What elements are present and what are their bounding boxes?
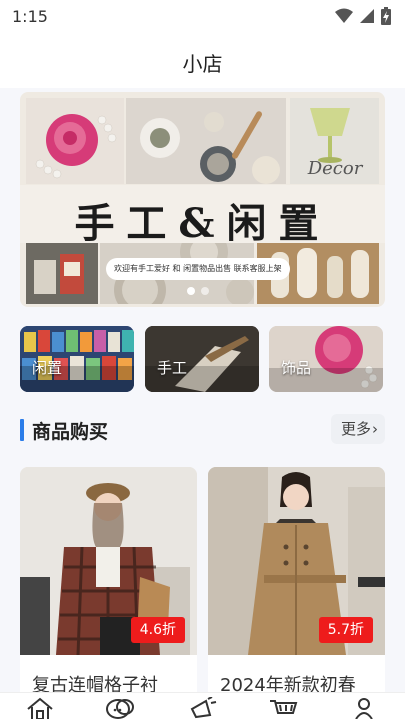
banner-headline-area: 手工&闲置 [20, 185, 385, 247]
banner-photo-rose [26, 98, 124, 184]
banner-photo-glass: Decor [290, 98, 379, 184]
status-bar: 1:15 [0, 0, 405, 34]
banner-subtitle: 欢迎有手工爱好 和 闲置物品出售 联系客服上架 [106, 258, 290, 280]
carousel-indicator [187, 287, 209, 295]
category-label: 饰品 [281, 359, 312, 377]
more-button[interactable]: 更多 › [331, 414, 385, 444]
app-bar: 小店 [0, 34, 405, 88]
product-card[interactable]: 5.7折 2024年新款初春 [208, 467, 385, 707]
wifi-icon [335, 8, 353, 24]
product-image: 5.7折 [208, 467, 385, 655]
category-idle-items[interactable]: 闲置 [20, 326, 134, 392]
discount-badge: 5.7折 [318, 617, 373, 643]
category-row: 闲置 手工 饰品 [20, 326, 385, 392]
section-accent-bar [20, 419, 24, 441]
category-label: 手工 [157, 359, 188, 377]
chat-bubbles-icon [100, 697, 140, 719]
status-icons [335, 6, 391, 26]
discount-badge: 4.6折 [130, 617, 185, 643]
home-icon [20, 697, 60, 719]
category-label: 闲置 [32, 359, 63, 377]
tab-home[interactable] [20, 697, 60, 720]
section-title: 商品购买 [32, 421, 109, 443]
battery-charging-icon [381, 7, 391, 25]
category-accessories[interactable]: 饰品 [269, 326, 383, 392]
page-title: 小店 [182, 52, 223, 76]
banner-photo-jars [26, 242, 98, 304]
banner-decor-word: Decor [307, 158, 363, 179]
bottom-tab-bar [0, 692, 405, 720]
product-image: 4.6折 [20, 467, 197, 655]
megaphone-icon [183, 697, 223, 719]
tab-profile[interactable] [344, 697, 384, 720]
chevron-right-icon: › [372, 420, 378, 438]
tab-cart[interactable] [263, 697, 303, 720]
category-handmade[interactable]: 手工 [145, 326, 259, 392]
product-card[interactable]: 4.6折 复古连帽格子衬 [20, 467, 197, 707]
profile-icon [344, 697, 384, 719]
cellular-signal-icon [359, 8, 375, 24]
banner-photo-bowls [126, 98, 286, 184]
section-header: 商品购买 更多 › [20, 414, 385, 446]
shopping-cart-icon [263, 697, 303, 719]
status-time: 1:15 [12, 7, 48, 26]
carousel-dot[interactable] [201, 287, 209, 295]
banner-carousel[interactable]: Decor 手工&闲置 欢迎有手工爱好 和 闲置物品出售 联系客服上架 [20, 92, 385, 307]
banner-headline: 手工&闲置 [74, 200, 331, 247]
tab-publish[interactable] [183, 697, 223, 720]
tab-messages[interactable] [100, 697, 140, 720]
more-label: 更多 [341, 420, 372, 438]
carousel-dot-active[interactable] [187, 287, 195, 295]
